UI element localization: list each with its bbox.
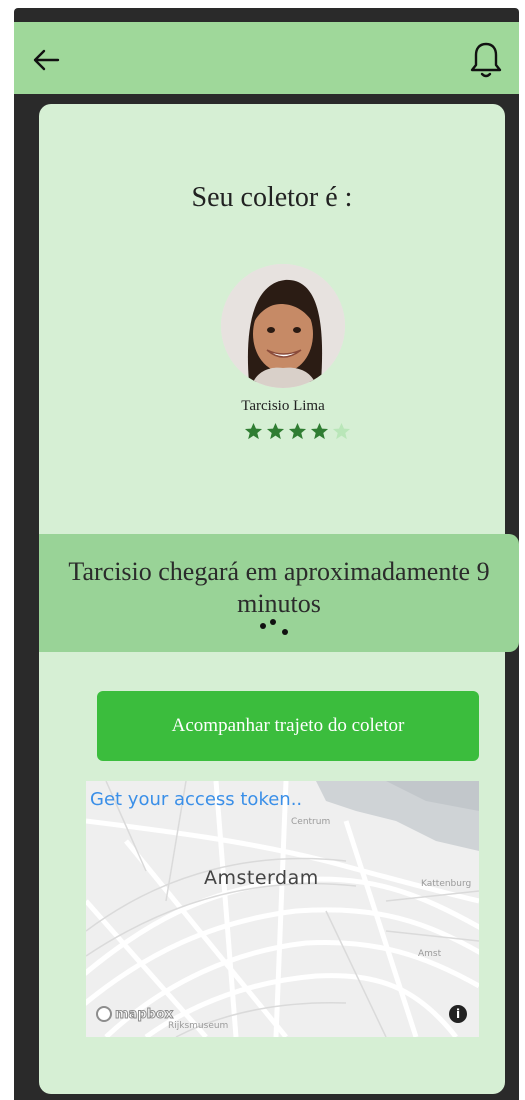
collector-name: Tarcisio Lima [241,398,325,414]
star-empty-icon [332,422,351,440]
star-filled-icon [288,422,307,440]
mapbox-logo-text: mapbox [114,1006,174,1022]
map-label-centrum: Centrum [291,817,331,827]
map-city-label: Amsterdam [204,867,319,889]
mapbox-mark-icon [96,1006,112,1022]
track-collector-button[interactable]: Acompanhar trajeto do coletor [97,691,479,761]
rating-stars [244,422,351,442]
access-token-link[interactable]: Get your access token.. [90,789,302,810]
map-label-museum: Rijksmuseum [168,1021,229,1031]
map-canvas[interactable] [86,781,479,1037]
map-info-button[interactable]: i [449,1005,467,1023]
loading-dots-icon [260,619,288,635]
top-app-bar [14,22,519,94]
bell-icon[interactable] [469,40,503,80]
eta-message: Tarcisio chegará em aproximadamente 9 mi… [68,557,490,618]
map-label-amst: Amst [418,949,442,959]
user-avatar-icon [221,264,345,388]
mapbox-logo[interactable]: mapbox [96,1005,174,1023]
map-label-kattenburg: Kattenburg [421,879,472,889]
eta-banner: Tarcisio chegará em aproximadamente 9 mi… [39,534,519,652]
device-frame: Seu coletor é : Tarcisio Lima Tarcisio c… [14,8,519,1100]
collector-card: Seu coletor é : Tarcisio Lima Tarcisio c… [39,104,519,1094]
star-filled-icon [266,422,285,440]
arrow-left-icon[interactable] [32,48,60,72]
collector-heading: Seu coletor é : [191,182,353,213]
collector-avatar [221,264,345,388]
star-filled-icon [244,422,263,440]
map-view[interactable]: Get your access token.. Centrum Amsterda… [86,781,479,1037]
star-filled-icon [310,422,329,440]
